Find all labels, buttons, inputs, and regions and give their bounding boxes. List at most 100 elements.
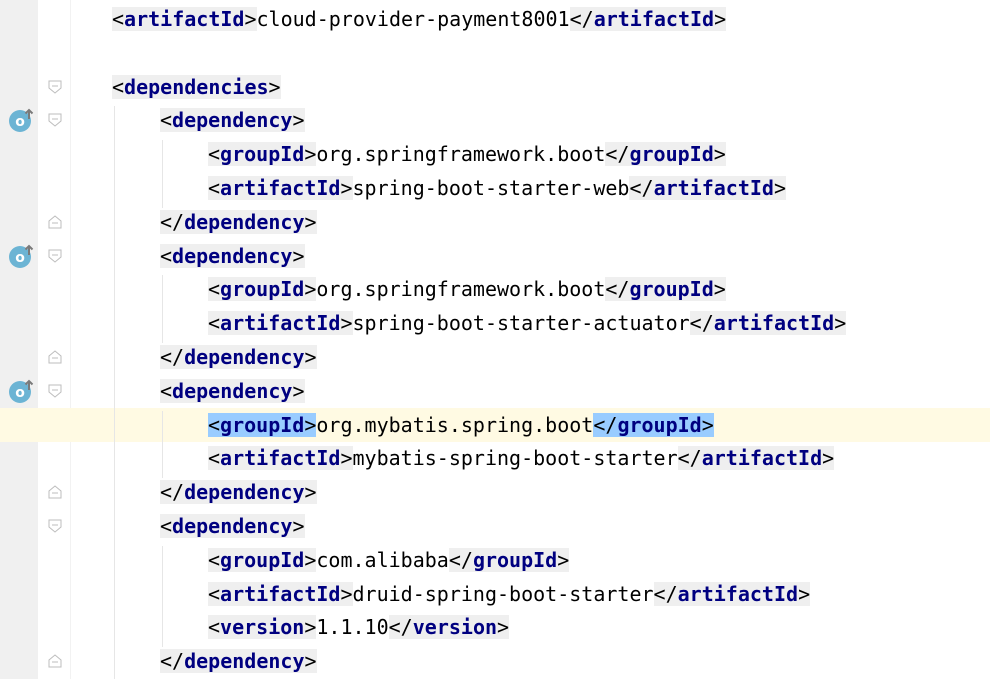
tag-bracket: > [268, 74, 281, 99]
code-line[interactable]: <dependencies> [0, 70, 990, 104]
code-text[interactable]: </dependency> [160, 478, 317, 506]
tag-bracket: </ [629, 176, 654, 200]
code-line[interactable]: <artifactId>spring-boot-starter-web</art… [0, 171, 990, 205]
tag-bracket: </ [689, 311, 714, 336]
fold-open-icon[interactable] [47, 112, 63, 128]
code-line[interactable]: <artifactId>druid-spring-boot-starter</a… [0, 577, 990, 611]
fold-close-icon[interactable] [47, 349, 63, 365]
xml-close-tag[interactable]: </groupId> [605, 142, 726, 167]
tag-name: dependency [172, 378, 293, 403]
code-text[interactable]: </dependency> [160, 343, 317, 371]
code-text[interactable]: <artifactId>mybatis-spring-boot-starter<… [208, 444, 835, 472]
xml-open-tag[interactable]: <groupId> [208, 277, 317, 302]
code-text[interactable]: <dependency> [160, 242, 305, 270]
tag-bracket: > [713, 277, 726, 302]
code-line[interactable]: <dependency> [0, 374, 990, 408]
code-text[interactable]: <version>1.1.10</version> [208, 613, 510, 641]
code-text[interactable]: <groupId>com.alibaba</groupId> [208, 546, 570, 574]
tag-bracket: > [340, 311, 353, 336]
xml-open-tag[interactable]: <artifactId> [208, 446, 353, 471]
xml-open-tag[interactable]: <groupId> [208, 142, 317, 167]
xml-close-tag[interactable]: </dependency> [160, 209, 317, 234]
overriding-method-icon[interactable]: o [8, 242, 36, 270]
tag-bracket: > [304, 209, 317, 234]
code-text[interactable]: <dependency> [160, 106, 305, 134]
fold-open-icon[interactable] [47, 518, 63, 534]
tag-name: dependency [172, 514, 293, 538]
fold-close-icon[interactable] [47, 653, 63, 669]
xml-open-tag[interactable]: <artifactId> [208, 311, 353, 336]
code-text[interactable]: <groupId>org.mybatis.spring.boot</groupI… [208, 411, 714, 439]
xml-open-tag[interactable]: <artifactId> [208, 581, 353, 606]
fold-open-icon[interactable] [47, 248, 63, 264]
code-text[interactable]: <groupId>org.springframework.boot</group… [208, 275, 726, 303]
code-text[interactable]: <dependencies> [112, 73, 281, 101]
code-line[interactable]: </dependency> [0, 340, 990, 374]
tag-bracket: > [340, 176, 353, 200]
fold-close-icon[interactable] [47, 214, 63, 230]
overriding-method-icon[interactable]: o [8, 377, 36, 405]
code-line[interactable] [0, 36, 990, 70]
xml-open-tag[interactable]: <dependency> [160, 378, 305, 403]
xml-open-tag[interactable]: <dependencies> [112, 74, 281, 99]
code-line[interactable]: </dependency> [0, 644, 990, 678]
code-text[interactable]: <artifactId>cloud-provider-payment8001</… [112, 5, 727, 33]
xml-close-tag[interactable]: </dependency> [160, 345, 317, 369]
xml-close-tag[interactable]: </artifactId> [629, 176, 787, 200]
fold-open-icon[interactable] [47, 79, 63, 95]
indent-guide [162, 140, 163, 208]
xml-close-tag[interactable]: </artifactId> [689, 311, 847, 336]
xml-open-tag[interactable]: <artifactId> [208, 176, 353, 200]
code-line[interactable]: </dependency> [0, 205, 990, 239]
code-line[interactable]: <artifactId>mybatis-spring-boot-starter<… [0, 441, 990, 475]
xml-close-tag[interactable]: </groupId> [593, 412, 714, 437]
code-text[interactable]: <artifactId>spring-boot-starter-actuator… [208, 309, 847, 337]
code-line[interactable]: <dependency> [0, 239, 990, 273]
code-line[interactable]: <groupId>org.mybatis.spring.boot</groupI… [0, 407, 990, 442]
code-line[interactable]: <groupId>org.springframework.boot</group… [0, 137, 990, 171]
xml-close-tag[interactable]: </groupId> [605, 277, 726, 302]
code-line[interactable]: </dependency> [0, 475, 990, 509]
code-line[interactable]: <groupId>org.springframework.boot</group… [0, 272, 990, 306]
tag-bracket: </ [160, 345, 185, 369]
code-text[interactable]: <artifactId>druid-spring-boot-starter</a… [208, 580, 811, 608]
code-line[interactable]: <artifactId>spring-boot-starter-actuator… [0, 306, 990, 340]
xml-close-tag[interactable]: </dependency> [160, 649, 317, 674]
code-line[interactable]: <artifactId>cloud-provider-payment8001</… [0, 2, 990, 36]
code-text[interactable]: </dependency> [160, 208, 317, 236]
svg-text:o: o [15, 114, 25, 130]
indent-guide [162, 545, 163, 648]
xml-close-tag[interactable]: </artifactId> [677, 446, 835, 471]
code-line[interactable]: <dependency> [0, 509, 990, 543]
tag-bracket: < [160, 514, 173, 538]
xml-open-tag[interactable]: <groupId> [208, 412, 317, 437]
overriding-method-icon[interactable]: o [8, 106, 36, 134]
xml-open-tag[interactable]: <dependency> [160, 514, 305, 538]
fold-open-icon[interactable] [47, 383, 63, 399]
code-text[interactable]: </dependency> [160, 647, 317, 675]
code-line[interactable]: <groupId>com.alibaba</groupId> [0, 543, 990, 577]
code-text[interactable]: <artifactId>spring-boot-starter-web</art… [208, 174, 787, 202]
code-text[interactable]: <dependency> [160, 512, 305, 540]
xml-open-tag[interactable]: <dependency> [160, 243, 305, 268]
tag-bracket: > [292, 108, 305, 133]
code-text[interactable]: <dependency> [160, 377, 305, 405]
code-text[interactable]: <groupId>org.springframework.boot</group… [208, 140, 726, 168]
tag-name: dependencies [124, 74, 269, 99]
tag-name: groupId [220, 547, 305, 572]
xml-open-tag[interactable]: <dependency> [160, 108, 305, 133]
xml-close-tag[interactable]: </artifactId> [569, 7, 727, 31]
xml-open-tag[interactable]: <version> [208, 615, 317, 640]
xml-open-tag[interactable]: <groupId> [208, 547, 317, 572]
code-line[interactable]: <dependency> [0, 103, 990, 137]
tag-bracket: > [713, 142, 726, 167]
xml-open-tag[interactable]: <artifactId> [112, 7, 257, 31]
xml-close-tag[interactable]: </groupId> [448, 547, 570, 572]
tag-bracket: > [340, 581, 353, 606]
xml-close-tag[interactable]: </dependency> [160, 480, 317, 505]
fold-close-icon[interactable] [47, 484, 63, 500]
tag-bracket: > [714, 7, 727, 31]
xml-close-tag[interactable]: </version> [388, 615, 510, 640]
xml-close-tag[interactable]: </artifactId> [653, 581, 811, 606]
code-line[interactable]: <version>1.1.10</version> [0, 610, 990, 644]
